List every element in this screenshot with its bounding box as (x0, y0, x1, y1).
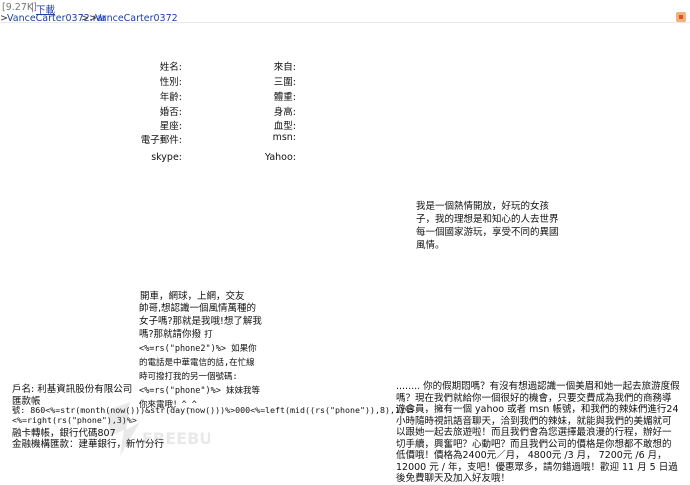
message-block: 帥哥,想認識一個風情萬種的女子嗎?那就是我哦!想了解我嗎?那就請你撥 打<%=r… (139, 302, 263, 412)
label-skype: skype: (151, 152, 182, 163)
label-weight: 體重: (273, 92, 296, 103)
intro-text: 我是一個熱情開放，好玩的女孩子，我的理想是和知心的人去世界每一個國家游玩，享受不… (416, 201, 559, 251)
label-zodiac: 星座: (159, 121, 182, 132)
label-email: 電子郵件: (140, 135, 182, 146)
label-marital: 婚否: (159, 107, 182, 118)
promo-text: ........ 你的假期悶嗎？有沒有想過認識一個美眉和她一起去旅游度假嗎？現在… (396, 381, 680, 484)
label-from: 來自: (273, 62, 296, 73)
label-height: 身高: (273, 107, 296, 118)
corner-icon[interactable] (676, 12, 686, 22)
label-name: 姓名: (159, 62, 182, 73)
label-gender: 性別: (159, 77, 182, 88)
header-bar: [9.27K] | 下載 > VanceCarter0372.rar >> Va… (0, 2, 178, 24)
label-bust: 三圍: (273, 77, 296, 88)
label-yahoo: Yahoo: (264, 152, 296, 163)
label-blood: 血型: (273, 121, 296, 132)
label-age: 年齡: (159, 92, 182, 103)
hobbies-text: 開車，網球，上網，交友 (140, 291, 245, 302)
label-msn: msn: (272, 132, 296, 143)
watermark-logo: FREEBUF (100, 400, 223, 460)
watermark-text: FREEBUF (142, 429, 210, 448)
header-divider (0, 22, 690, 23)
message-line-1: 帥哥,想認識一個風情萬種的女子嗎?那就是我哦!想了解我嗎?那就請你撥 (139, 303, 262, 340)
